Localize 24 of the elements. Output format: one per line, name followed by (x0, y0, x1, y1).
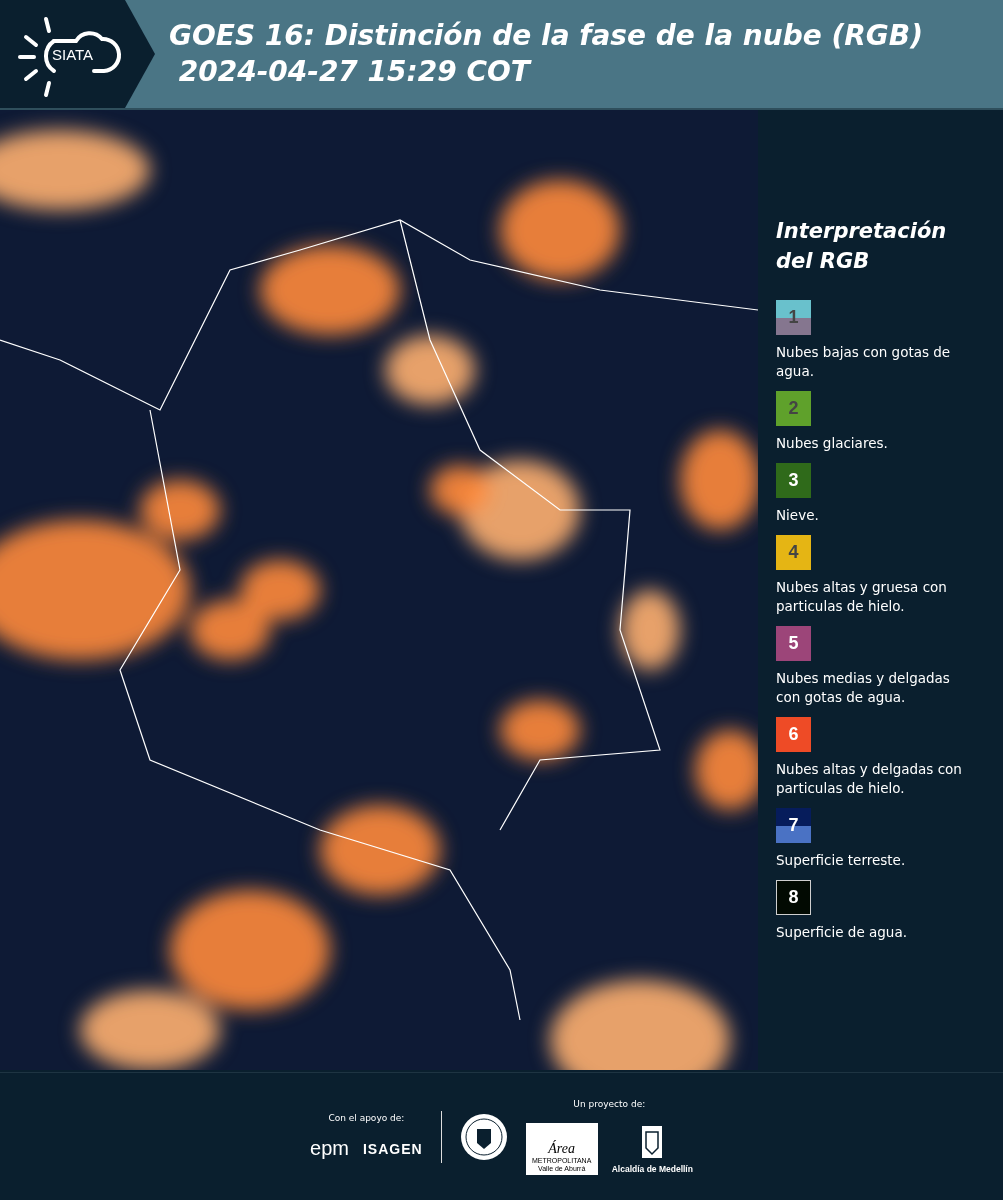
support-label: Con el apoyo de: (328, 1113, 405, 1123)
legend-label: Superficie terreste. (776, 851, 907, 870)
sponsor-logo: ISAGEN (363, 1140, 423, 1157)
project-label: Un proyecto de: (573, 1098, 646, 1109)
seal-icon (459, 1112, 508, 1161)
legend-label: Nieve. (776, 506, 820, 525)
coat-of-arms-icon (640, 1123, 665, 1160)
legend-swatch: 3 (776, 463, 811, 498)
legend-swatch: 4 (776, 535, 811, 570)
legend-label: Nubes altas y delgadas con particulas de hielo. (776, 760, 963, 798)
legend-swatch: 6 (776, 717, 811, 752)
sponsor-logo: epm (310, 1137, 349, 1160)
legend-label: Nubes bajas con gotas de agua. (776, 343, 952, 381)
legend-label: Nubes medias y delgadas con gotas de agua. (776, 669, 951, 707)
legend-title: Interpretación del RGB (776, 218, 948, 275)
legend-label: Nubes altas y gruesa con particulas de hielo. (776, 578, 948, 616)
legend-swatch: 8 (776, 880, 811, 915)
legend-label: Superficie de agua. (776, 923, 908, 942)
city-label: Alcaldía de Medellín (611, 1163, 693, 1174)
legend-swatch: 2 (776, 391, 811, 426)
legend-label: Nubes glaciares. (776, 434, 889, 453)
legend-swatch: 5 (776, 626, 811, 661)
map-timestamp: 2024-04-27 15:29 COT (177, 54, 533, 90)
map-title: GOES 16: Distinción de la fase de la nube (RGB) (169, 18, 923, 54)
